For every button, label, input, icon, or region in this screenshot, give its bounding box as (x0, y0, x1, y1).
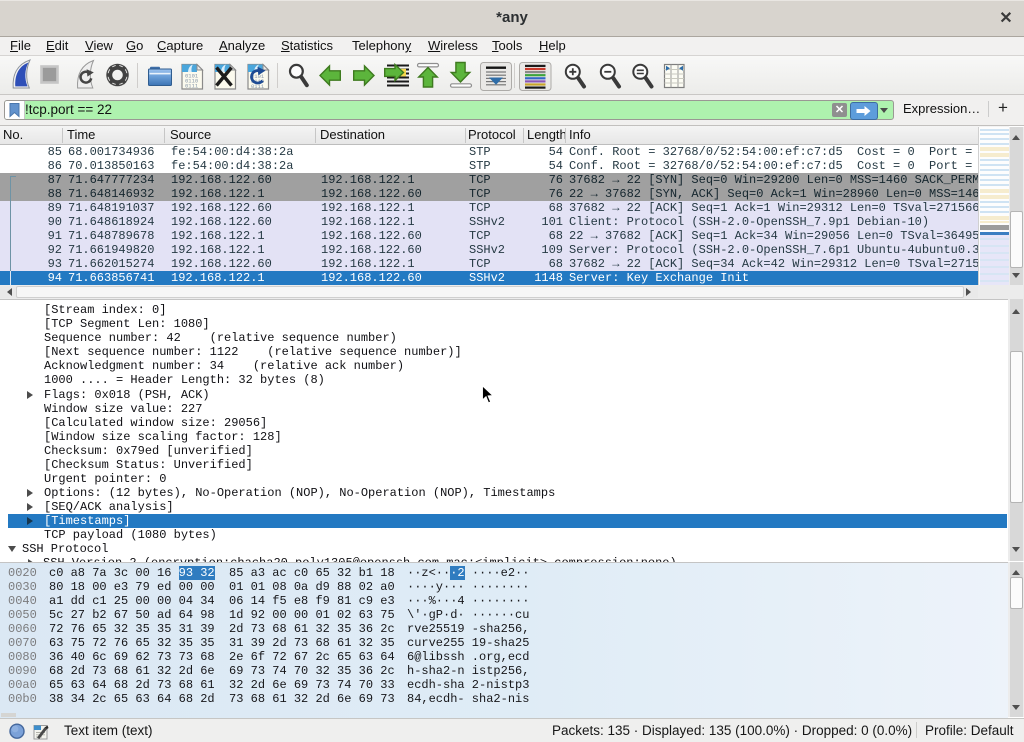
svg-text:0111: 0111 (185, 83, 199, 90)
